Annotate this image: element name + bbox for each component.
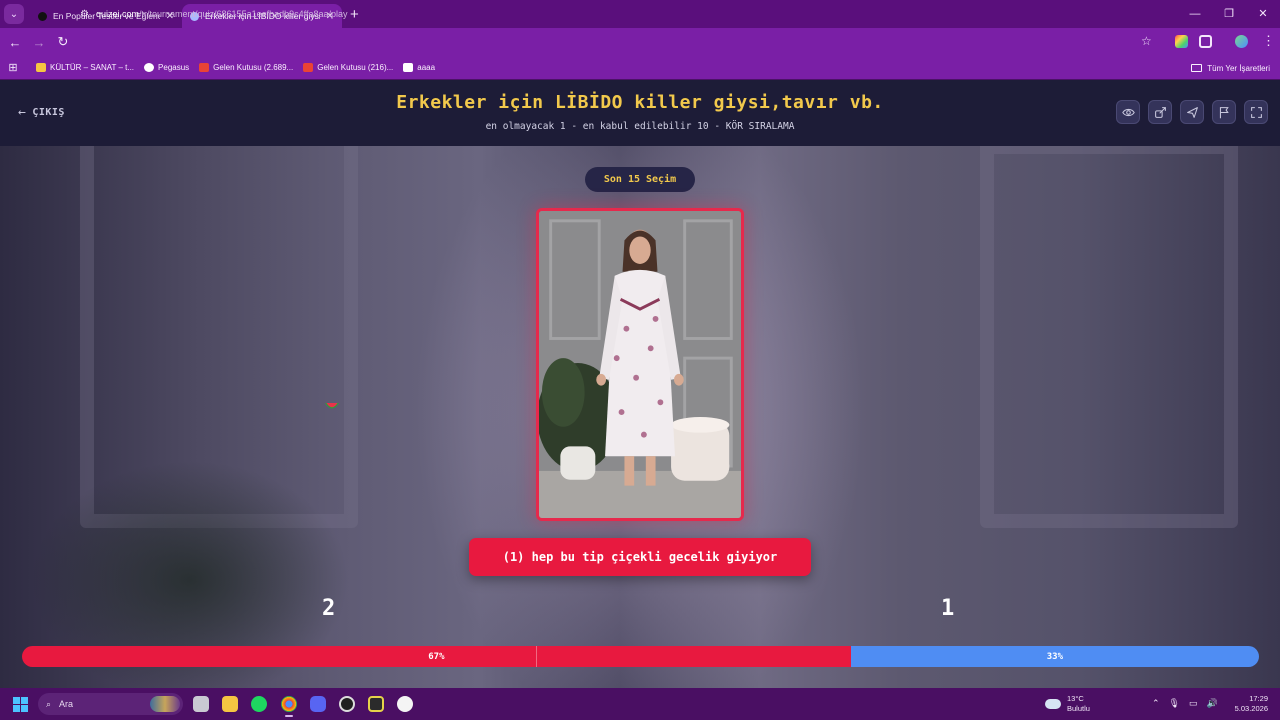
clock-time: 17:29 bbox=[1249, 694, 1268, 703]
extension-icon[interactable] bbox=[1175, 35, 1188, 48]
obs-icon[interactable] bbox=[339, 696, 355, 712]
url-host: quizei.com bbox=[95, 9, 139, 19]
forward-icon[interactable]: → bbox=[27, 35, 51, 50]
app-icon[interactable] bbox=[397, 696, 413, 712]
bookmark-label: KÜLTÜR – SANAT – t... bbox=[50, 63, 135, 72]
windows-start-icon[interactable] bbox=[13, 697, 28, 712]
left-rank-number: 2 bbox=[322, 596, 336, 621]
choice-photo[interactable] bbox=[536, 208, 744, 521]
extensions-puzzle-icon[interactable] bbox=[1199, 35, 1212, 48]
weather-temp: 13°C bbox=[1067, 694, 1084, 703]
back-icon[interactable]: ← bbox=[3, 35, 27, 50]
search-icon: ⌕ bbox=[46, 698, 52, 709]
weather-desc: Bulutlu bbox=[1067, 704, 1090, 713]
quiz-subtitle: en olmayacak 1 - en kabul edilebilir 10 … bbox=[485, 121, 795, 132]
bookmark-item[interactable]: KÜLTÜR – SANAT – t... bbox=[36, 63, 134, 72]
weather-widget[interactable]: 13°C Bulutlu bbox=[1045, 694, 1090, 714]
bookmark-icon bbox=[403, 63, 414, 72]
gmail-icon bbox=[303, 63, 314, 72]
flag-icon[interactable] bbox=[1212, 100, 1236, 124]
bookmark-label: Pegasus bbox=[158, 63, 190, 72]
window-controls: — ❐ ✕ bbox=[1178, 0, 1280, 28]
url-path: /tr/tournament/quiz/686155a1eefbadb9c4ff… bbox=[139, 9, 348, 19]
recent-choices-badge[interactable]: Son 15 Seçim bbox=[585, 167, 695, 192]
send-icon[interactable] bbox=[1180, 100, 1204, 124]
pegasus-icon bbox=[144, 63, 155, 72]
close-window-icon[interactable]: ✕ bbox=[1246, 0, 1280, 28]
restore-icon[interactable]: ❐ bbox=[1212, 0, 1246, 28]
quiz-title: Erkekler için LİBİDO killer giysi,tavır … bbox=[396, 92, 884, 113]
share-icon[interactable] bbox=[1148, 100, 1172, 124]
browser-menu-icon[interactable]: ⋮ bbox=[1262, 33, 1275, 49]
eye-icon[interactable] bbox=[1116, 100, 1140, 124]
minimize-icon[interactable]: — bbox=[1178, 0, 1212, 28]
app-icon[interactable] bbox=[368, 696, 384, 712]
microphone-icon[interactable]: 🎙 bbox=[1169, 698, 1180, 709]
bookmark-label: aaaa bbox=[417, 63, 436, 72]
cloud-icon bbox=[1045, 699, 1061, 709]
quiz-header: ← ÇIKIŞ Erkekler için LİBİDO killer giys… bbox=[0, 80, 1280, 146]
bookmark-item[interactable]: Gelen Kutusu (216)... bbox=[303, 63, 393, 72]
all-bookmarks-label: Tüm Yer İşaretleri bbox=[1207, 63, 1270, 73]
right-rank-number: 1 bbox=[941, 596, 955, 621]
nightgown-photo bbox=[539, 211, 741, 518]
taskbar-clock[interactable]: 17:29 5.03.2026 bbox=[1235, 694, 1268, 714]
quiz-page: ← ÇIKIŞ Erkekler için LİBİDO killer giys… bbox=[0, 80, 1280, 688]
folder-icon[interactable] bbox=[222, 696, 238, 712]
folder-icon bbox=[36, 63, 46, 72]
search-placeholder: Ara bbox=[59, 699, 74, 709]
all-bookmarks-button[interactable]: Tüm Yer İşaretleri bbox=[1191, 56, 1270, 80]
reload-icon[interactable]: ↻ bbox=[51, 34, 75, 50]
watermelon-cursor-icon bbox=[325, 403, 339, 409]
clock-date: 5.03.2026 bbox=[1234, 704, 1268, 713]
header-actions bbox=[1116, 100, 1268, 124]
bookmark-item[interactable]: Pegasus bbox=[144, 63, 189, 72]
vote-result-bar: 67% 33% bbox=[22, 646, 1259, 667]
bookmark-item[interactable]: Gelen Kutusu (2.689... bbox=[199, 63, 293, 72]
spotify-icon[interactable] bbox=[251, 696, 267, 712]
address-bar: ← → ↻ bbox=[0, 28, 1280, 56]
apps-grid-icon[interactable]: ⊞ bbox=[0, 61, 26, 74]
file-explorer-icon[interactable] bbox=[193, 696, 209, 712]
choice-caption-button[interactable]: (1) hep bu tip çiçekli gecelik giyiyor bbox=[469, 538, 811, 576]
bookmark-item[interactable]: aaaa bbox=[403, 63, 435, 72]
url-field[interactable]: ⚙ quizei.com/tr/tournament/quiz/686155a1… bbox=[80, 4, 1165, 24]
vote-right-segment: 33% bbox=[850, 646, 1259, 667]
chrome-icon[interactable] bbox=[281, 696, 297, 717]
folder-icon bbox=[1191, 64, 1203, 72]
bookmark-star-icon[interactable]: ☆ bbox=[1141, 34, 1152, 48]
volume-icon[interactable]: 🔊 bbox=[1207, 698, 1218, 709]
chevron-up-icon[interactable]: ⌃ bbox=[1152, 698, 1160, 709]
bookmarks-bar: ⊞ KÜLTÜR – SANAT – t... Pegasus Gelen Ku… bbox=[0, 56, 1280, 80]
taskbar-search[interactable]: ⌕ Ara bbox=[38, 693, 183, 715]
tab-search-button[interactable]: ⌄ bbox=[4, 4, 24, 24]
discord-icon[interactable] bbox=[310, 696, 326, 712]
profile-avatar-icon[interactable] bbox=[1235, 35, 1248, 48]
site-info-icon[interactable]: ⚙ bbox=[80, 9, 89, 20]
bookmark-label: Gelen Kutusu (2.689... bbox=[213, 63, 294, 72]
bookmark-label: Gelen Kutusu (216)... bbox=[317, 63, 394, 72]
windows-taskbar: ⌕ Ara 13°C Bulutlu ⌃ 🎙 ▭ 🔊 17:29 5.03.20… bbox=[0, 688, 1280, 720]
vote-left-segment: 67% bbox=[22, 646, 851, 667]
fullscreen-icon[interactable] bbox=[1244, 100, 1268, 124]
site-favicon-icon bbox=[38, 11, 47, 21]
search-highlight-image bbox=[150, 696, 180, 712]
gmail-icon bbox=[199, 63, 210, 72]
network-icon[interactable]: ▭ bbox=[1189, 698, 1198, 709]
system-tray: ⌃ 🎙 ▭ 🔊 bbox=[1152, 698, 1218, 709]
